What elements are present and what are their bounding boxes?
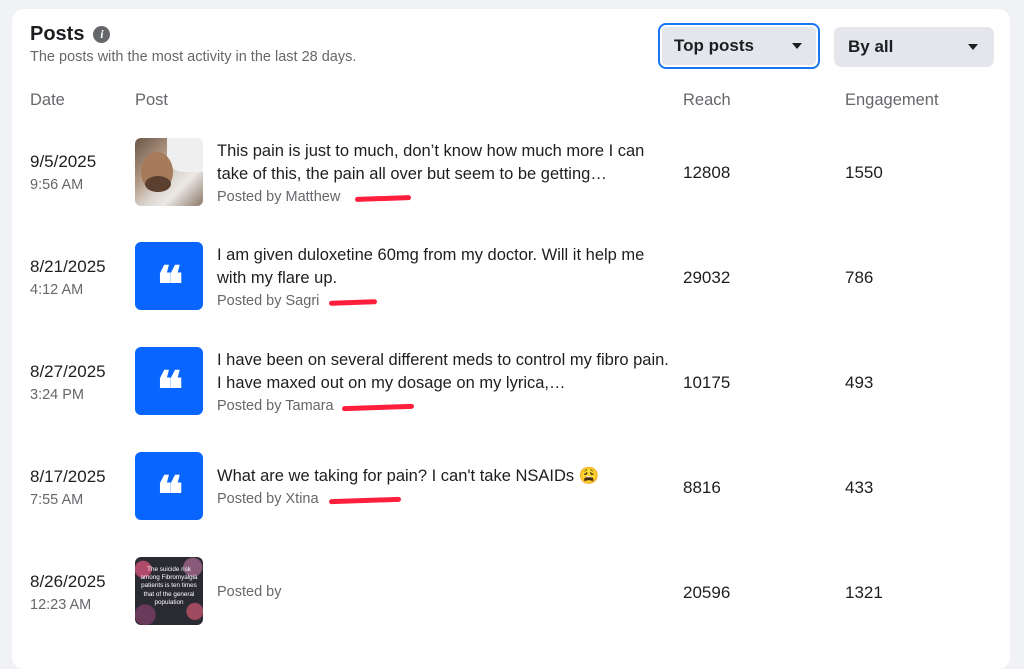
- column-header-post: Post: [135, 91, 169, 109]
- filter-dropdown-label: By all: [848, 37, 894, 56]
- info-icon[interactable]: i: [93, 26, 111, 43]
- table-row[interactable]: 9/5/2025 9:56 AM This pain is just to mu…: [12, 120, 1010, 224]
- table-row[interactable]: 8/26/2025 12:23 AM The suicide risk amon…: [12, 539, 1010, 643]
- page-title: Posts: [30, 23, 85, 45]
- quote-icon[interactable]: ❝: [135, 452, 203, 520]
- post-content[interactable]: What are we taking for pain? I can't tak…: [217, 465, 672, 510]
- post-text: I have been on several different meds to…: [217, 351, 669, 392]
- engagement-value: 493: [845, 373, 874, 392]
- caret-down-icon: [792, 43, 802, 49]
- sort-dropdown-label: Top posts: [674, 36, 754, 55]
- posted-by-label: Posted by Xtina: [217, 491, 319, 507]
- posted-by: Posted by Xtina: [217, 488, 672, 510]
- post-thumbnail-photo[interactable]: [135, 138, 203, 206]
- post-content[interactable]: I am given duloxetine 60mg from my docto…: [217, 244, 672, 312]
- page-subtitle: The posts with the most activity in the …: [30, 49, 357, 65]
- posted-by-label: Posted by Sagri: [217, 293, 320, 309]
- post-time: 4:12 AM: [30, 282, 84, 298]
- reach-value: 12808: [683, 163, 731, 182]
- posted-by: Posted by Matthew: [217, 186, 672, 208]
- redaction-mark: [328, 299, 378, 306]
- quote-glyph: ❝: [156, 465, 184, 520]
- post-content[interactable]: This pain is just to much, don’t know ho…: [217, 140, 672, 208]
- posted-by-label: Posted by Matthew: [217, 189, 341, 205]
- reach-value: 10175: [683, 373, 731, 392]
- post-date: 8/21/2025: [30, 257, 106, 276]
- title-row: Posts i: [30, 23, 111, 46]
- post-text: What are we taking for pain? I can't tak…: [217, 467, 600, 485]
- thumbnail-caption: The suicide risk among Fibromyalgia pati…: [140, 566, 198, 606]
- table-row[interactable]: 8/27/2025 3:24 PM ❝ I have been on sever…: [12, 329, 1010, 433]
- post-thumbnail-image[interactable]: The suicide risk among Fibromyalgia pati…: [135, 557, 203, 625]
- posted-by: Posted by: [217, 581, 672, 603]
- reach-value: 29032: [683, 268, 731, 287]
- post-content[interactable]: Posted by: [217, 581, 672, 603]
- post-time: 7:55 AM: [30, 492, 84, 508]
- caret-down-icon: [968, 44, 978, 50]
- post-time: 3:24 PM: [30, 387, 84, 403]
- posted-by-label: Posted by: [217, 584, 282, 600]
- quote-icon[interactable]: ❝: [135, 347, 203, 415]
- table-row[interactable]: 8/21/2025 4:12 AM ❝ I am given duloxetin…: [12, 224, 1010, 328]
- column-header-reach[interactable]: Reach: [683, 91, 731, 110]
- reach-value: 8816: [683, 478, 721, 497]
- reach-value: 20596: [683, 583, 731, 602]
- posted-by-label: Posted by Tamara: [217, 398, 334, 414]
- photo-image: [135, 138, 203, 206]
- engagement-value: 433: [845, 478, 874, 497]
- post-date: 8/26/2025: [30, 572, 106, 591]
- post-date: 8/17/2025: [30, 467, 106, 486]
- redaction-mark: [341, 403, 415, 412]
- posted-by: Posted by Tamara: [217, 395, 672, 417]
- redaction-mark: [328, 496, 402, 505]
- post-time: 9:56 AM: [30, 177, 84, 193]
- post-content[interactable]: I have been on several different meds to…: [217, 349, 672, 417]
- photo-detail: [145, 176, 171, 192]
- table-row[interactable]: 8/17/2025 7:55 AM ❝ What are we taking f…: [12, 434, 1010, 538]
- column-header-engagement[interactable]: Engagement: [845, 91, 939, 110]
- engagement-value: 1321: [845, 583, 883, 602]
- post-time: 12:23 AM: [30, 597, 92, 613]
- posted-by: Posted by Sagri: [217, 290, 672, 312]
- redaction-mark: [354, 195, 412, 202]
- post-date: 9/5/2025: [30, 152, 97, 171]
- quote-glyph: ❝: [156, 255, 184, 310]
- quote-icon[interactable]: ❝: [135, 242, 203, 310]
- column-header-date[interactable]: Date: [30, 91, 65, 110]
- engagement-value: 786: [845, 268, 874, 287]
- post-text: I am given duloxetine 60mg from my docto…: [217, 246, 645, 287]
- post-date: 8/27/2025: [30, 362, 106, 381]
- quote-glyph: ❝: [156, 360, 184, 415]
- filter-dropdown[interactable]: By all: [834, 27, 994, 67]
- engagement-value: 1550: [845, 163, 883, 182]
- post-text: This pain is just to much, don’t know ho…: [217, 142, 645, 183]
- sort-dropdown[interactable]: Top posts: [658, 23, 820, 69]
- posts-card: Posts i The posts with the most activity…: [12, 9, 1010, 669]
